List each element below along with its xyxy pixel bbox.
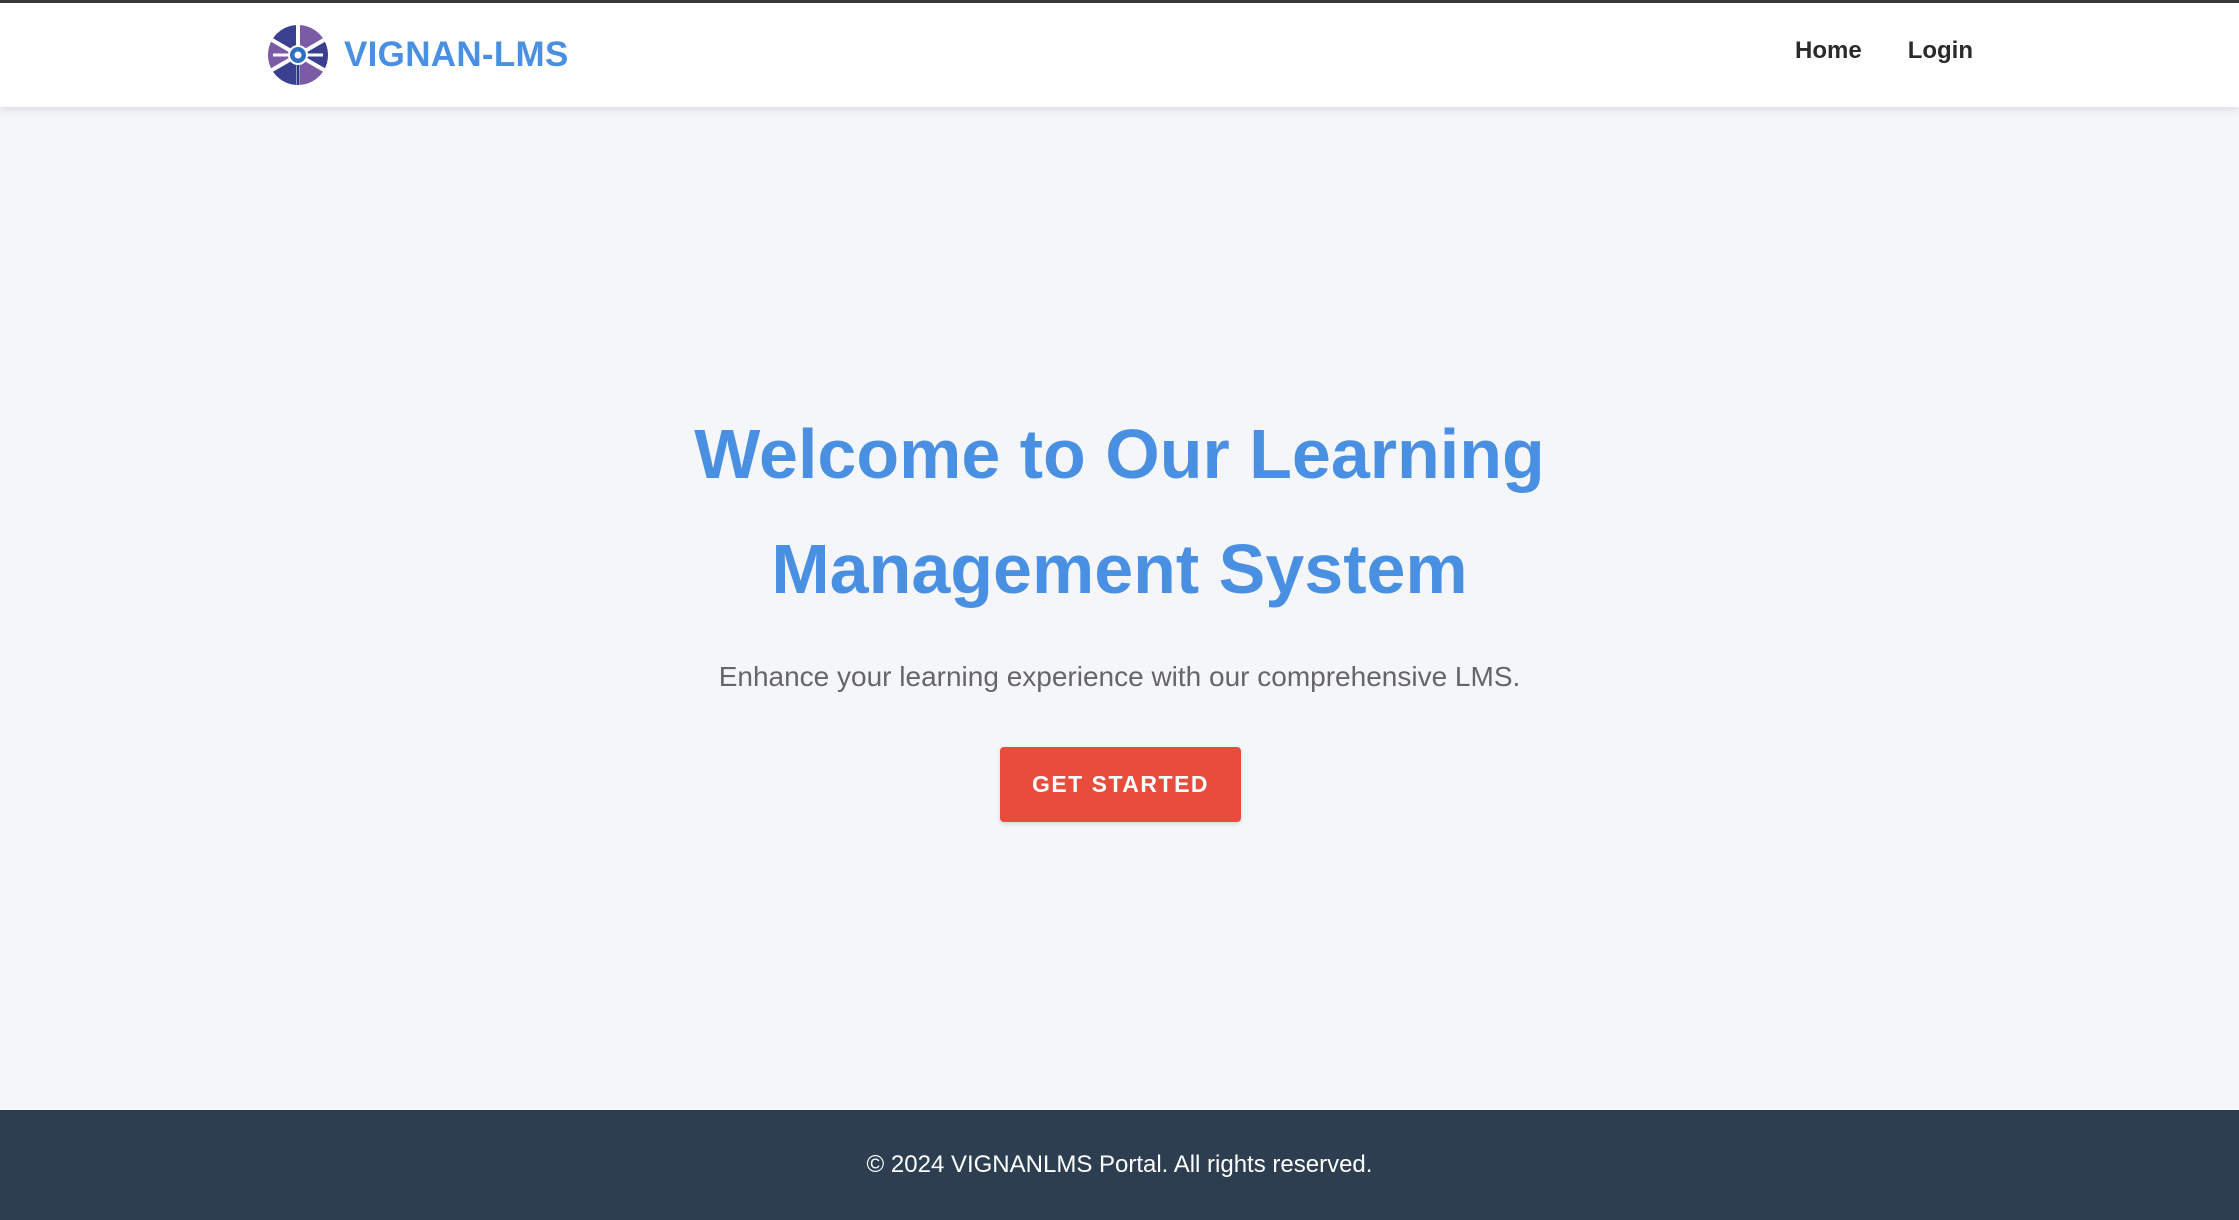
hero-title-line2: Management System: [771, 530, 1468, 608]
footer: © 2024 VIGNANLMS Portal. All rights rese…: [0, 1110, 2239, 1220]
hero-subtitle: Enhance your learning experience with ou…: [718, 661, 1521, 692]
vignan-wheel-logo-icon: [267, 24, 329, 86]
footer-copyright: © 2024 VIGNANLMS Portal. All rights rese…: [866, 1151, 1373, 1178]
get-started-button[interactable]: GET STARTED: [1000, 747, 1241, 822]
navbar: VIGNAN-LMS Home Login: [0, 3, 2239, 107]
nav-links: Home Login: [1749, 37, 1973, 65]
nav-home-link[interactable]: Home: [1795, 37, 1862, 65]
nav-login-link[interactable]: Login: [1908, 37, 1973, 65]
page: VIGNAN-LMS Home Login Welcome to Our Lea…: [0, 0, 2239, 1220]
brand-link[interactable]: VIGNAN-LMS: [267, 24, 569, 86]
hero-title-line1: Welcome to Our Learning: [694, 415, 1545, 493]
hero-section: Welcome to Our Learning Management Syste…: [0, 107, 2239, 1110]
hero-title: Welcome to Our Learning Management Syste…: [0, 397, 2239, 627]
brand-name: VIGNAN-LMS: [344, 35, 569, 74]
